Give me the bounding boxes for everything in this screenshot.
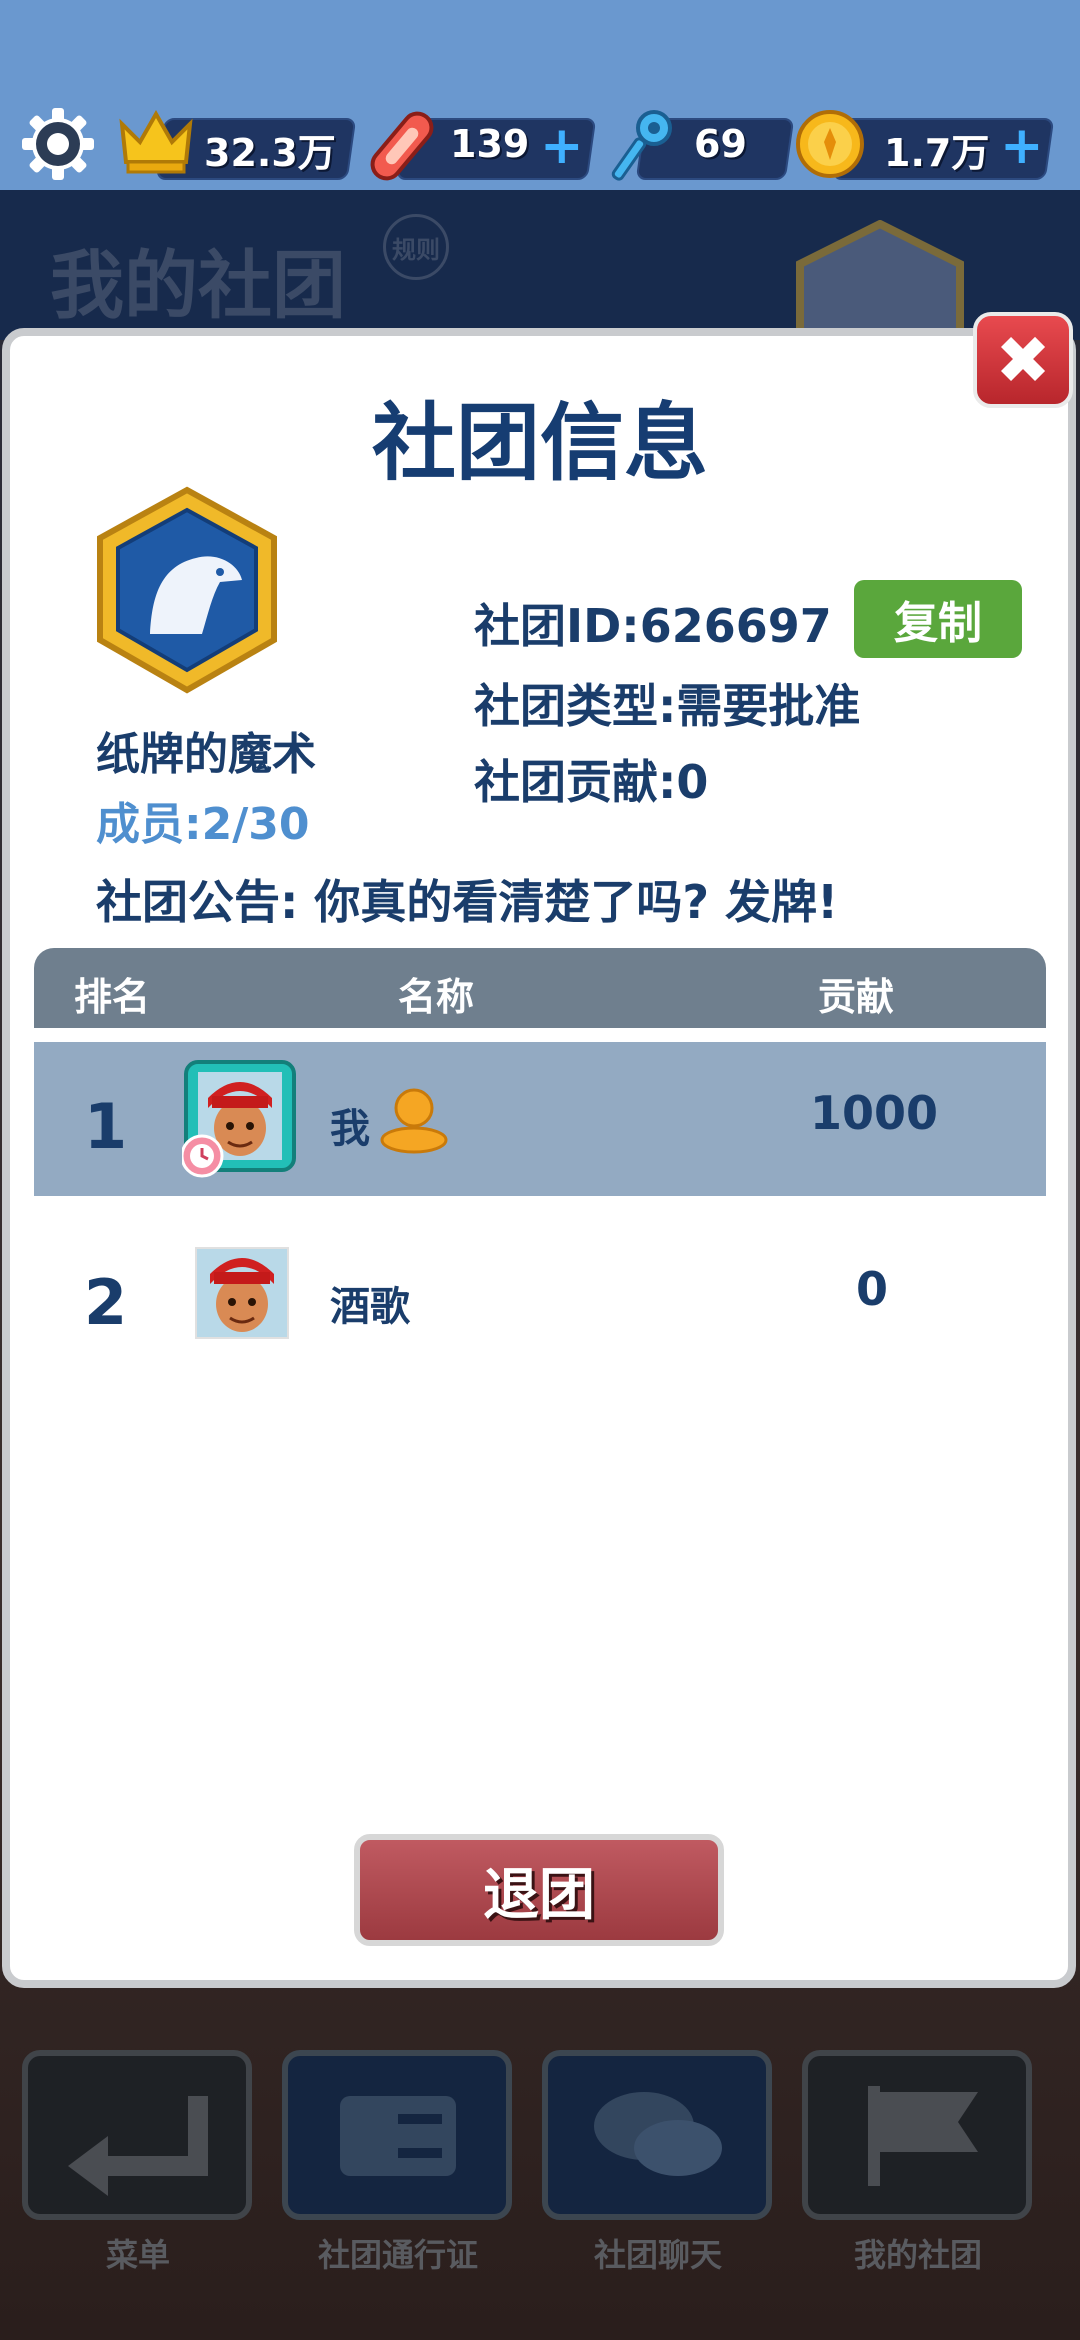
coin-icon xyxy=(796,110,864,178)
key-icon xyxy=(611,110,672,181)
rules-button: 规则 xyxy=(383,214,449,280)
hoverboard-icon xyxy=(370,111,434,181)
boards-value: 139 xyxy=(450,122,530,166)
header-contribution: 贡献 xyxy=(818,975,895,1019)
member-table-header: 排名 名称 贡献 xyxy=(34,948,1046,1028)
table-row[interactable]: 2 酒歌 0 xyxy=(34,1222,1046,1376)
club-badge-icon xyxy=(97,486,277,694)
gear-icon[interactable] xyxy=(20,106,96,182)
club-type: 社团类型:需要批准 xyxy=(474,679,861,733)
header-name: 名称 xyxy=(398,975,475,1019)
keys-value: 69 xyxy=(694,122,747,166)
copy-id-button[interactable]: 复制 xyxy=(854,580,1022,658)
pass-icon xyxy=(340,2096,456,2176)
row-rank: 2 xyxy=(84,1266,128,1339)
return-icon xyxy=(68,2096,208,2196)
row-name: 我 xyxy=(330,1106,370,1152)
nav-label-club-chat: 社团聊天 xyxy=(593,2236,722,2274)
club-id: 社团ID:626697 xyxy=(474,599,832,653)
row-contribution: 1000 xyxy=(810,1086,939,1140)
dialog-title: 社团信息 xyxy=(371,394,708,492)
leave-club-button[interactable]: 退团 xyxy=(354,1834,724,1946)
nav-my-club-button xyxy=(802,2050,1032,2220)
nav-club-chat-button xyxy=(542,2050,772,2220)
background-title: 我的社团 xyxy=(50,243,346,329)
header-rank: 排名 xyxy=(74,975,151,1019)
avatar xyxy=(195,1247,289,1339)
user-icon xyxy=(380,1088,448,1154)
table-row[interactable]: 1 我 1000 xyxy=(34,1042,1046,1196)
coins-value: 1.7万 xyxy=(884,131,990,175)
boards-plus-button[interactable]: + xyxy=(540,120,584,172)
row-rank: 1 xyxy=(84,1090,128,1163)
club-name: 纸牌的魔术 xyxy=(96,729,316,780)
chat-icon xyxy=(594,2092,722,2176)
crown-icon xyxy=(119,109,193,174)
member-count: 成员:2/30 xyxy=(96,799,310,850)
nav-label-menu: 菜单 xyxy=(105,2236,170,2274)
crowns-value: 32.3万 xyxy=(204,131,336,175)
club-contribution: 社团贡献:0 xyxy=(474,755,709,809)
nav-label-club-pass: 社团通行证 xyxy=(317,2236,478,2274)
nav-menu-button xyxy=(22,2050,252,2220)
avatar xyxy=(182,1060,296,1178)
row-contribution: 0 xyxy=(856,1262,889,1316)
row-name: 酒歌 xyxy=(330,1284,410,1330)
background-header: 我的社团 规则 xyxy=(0,190,1080,380)
nav-club-pass-button xyxy=(282,2050,512,2220)
club-notice: 社团公告: 你真的看清楚了吗? 发牌! xyxy=(96,875,839,929)
flag-icon xyxy=(868,2086,978,2186)
currency-bar: 32.3万 139 + 69 1.7万 + xyxy=(0,100,1080,190)
nav-label-my-club: 我的社团 xyxy=(853,2236,982,2274)
coins-plus-button[interactable]: + xyxy=(1000,120,1044,172)
